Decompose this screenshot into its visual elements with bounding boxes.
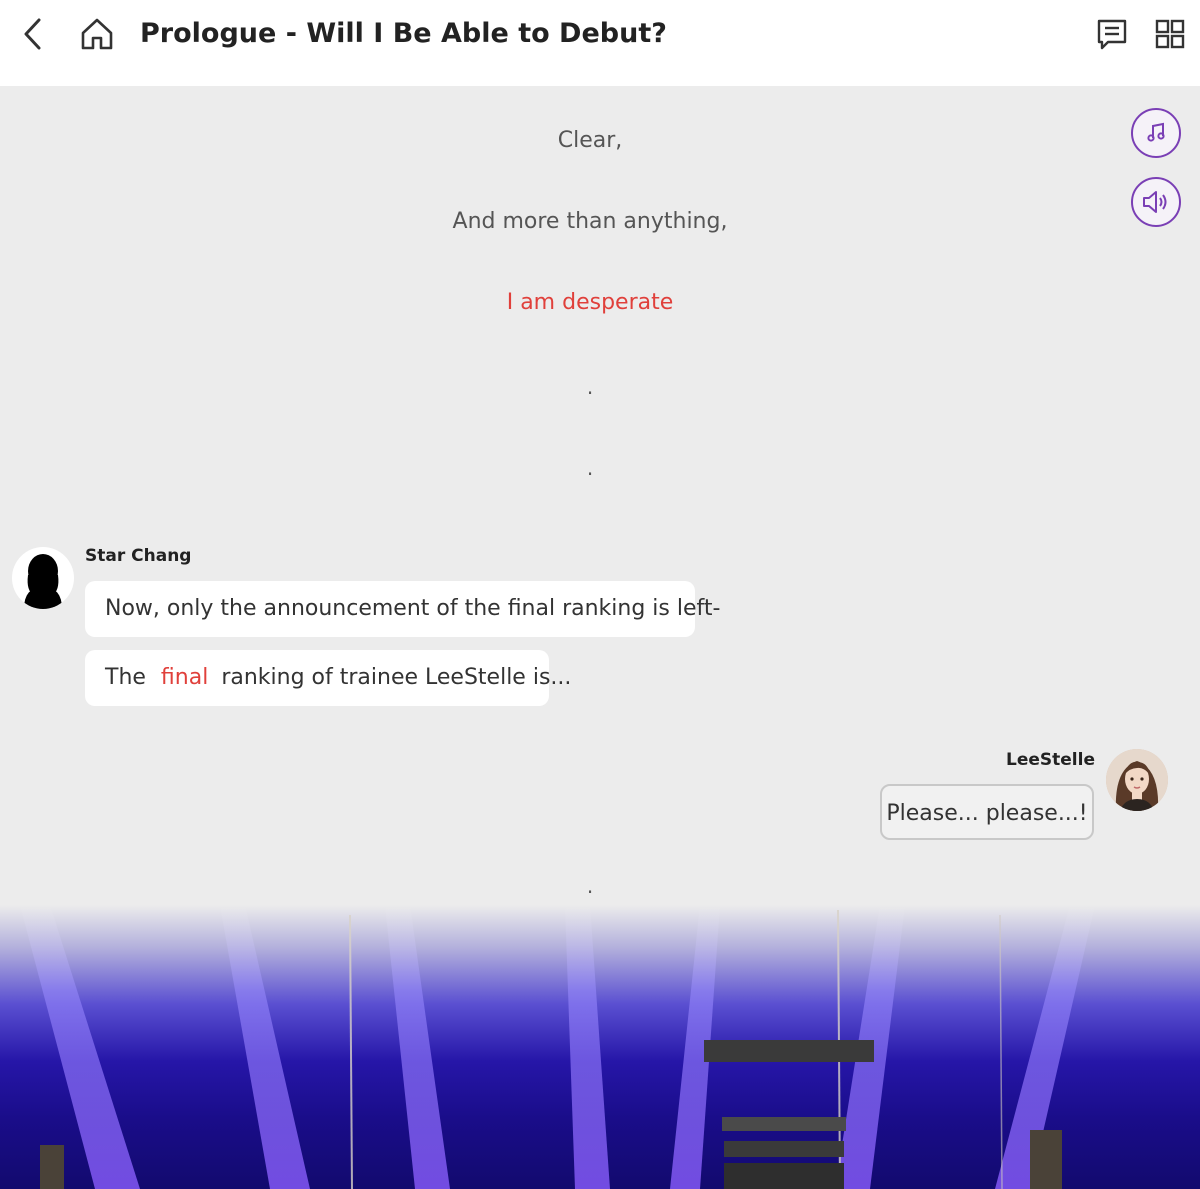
bubble-text: ranking of trainee LeeStelle is... xyxy=(214,665,572,690)
bubble-text: Now, only the announcement of the final … xyxy=(105,596,721,621)
star-chang-avatar[interactable] xyxy=(12,547,74,609)
narration-line: And more than anything, xyxy=(452,209,728,234)
chat-bubble-player: Please... please...! xyxy=(880,784,1094,840)
narration-highlight-line: I am desperate xyxy=(506,290,674,315)
silhouette-icon xyxy=(24,554,62,609)
home-icon xyxy=(81,18,113,50)
narration-dot: . xyxy=(586,375,594,399)
stage-lights-illustration xyxy=(20,905,1095,1189)
back-button[interactable] xyxy=(12,14,52,54)
grid-icon xyxy=(1155,19,1185,49)
chat-bubble: Now, only the announcement of the final … xyxy=(85,581,720,637)
leestelle-avatar[interactable] xyxy=(1106,749,1168,811)
chat-bubble: The final ranking of trainee LeeStelle i… xyxy=(85,650,571,706)
top-bar: Prologue - Will I Be Able to Debut? xyxy=(0,0,1200,86)
chat-log-button[interactable] xyxy=(1092,14,1132,54)
home-button[interactable] xyxy=(77,14,117,54)
narration-line: Clear, xyxy=(557,128,623,153)
stage-background-image xyxy=(0,905,1200,1189)
chevron-left-icon xyxy=(24,18,41,50)
chat-list-icon xyxy=(1097,19,1127,50)
bubble-text: The xyxy=(105,665,153,690)
narration-dot: . xyxy=(586,456,594,480)
narration-dot: . xyxy=(586,874,594,898)
page-title: Prologue - Will I Be Able to Debut? xyxy=(140,18,667,49)
bubble-highlight-text: final xyxy=(160,665,209,690)
speaker-name: Star Chang xyxy=(85,546,192,566)
bubble-text: Please... please...! xyxy=(886,801,1088,826)
portrait-icon xyxy=(1106,749,1168,811)
speaker-name: LeeStelle xyxy=(1006,750,1095,770)
menu-grid-button[interactable] xyxy=(1150,14,1190,54)
